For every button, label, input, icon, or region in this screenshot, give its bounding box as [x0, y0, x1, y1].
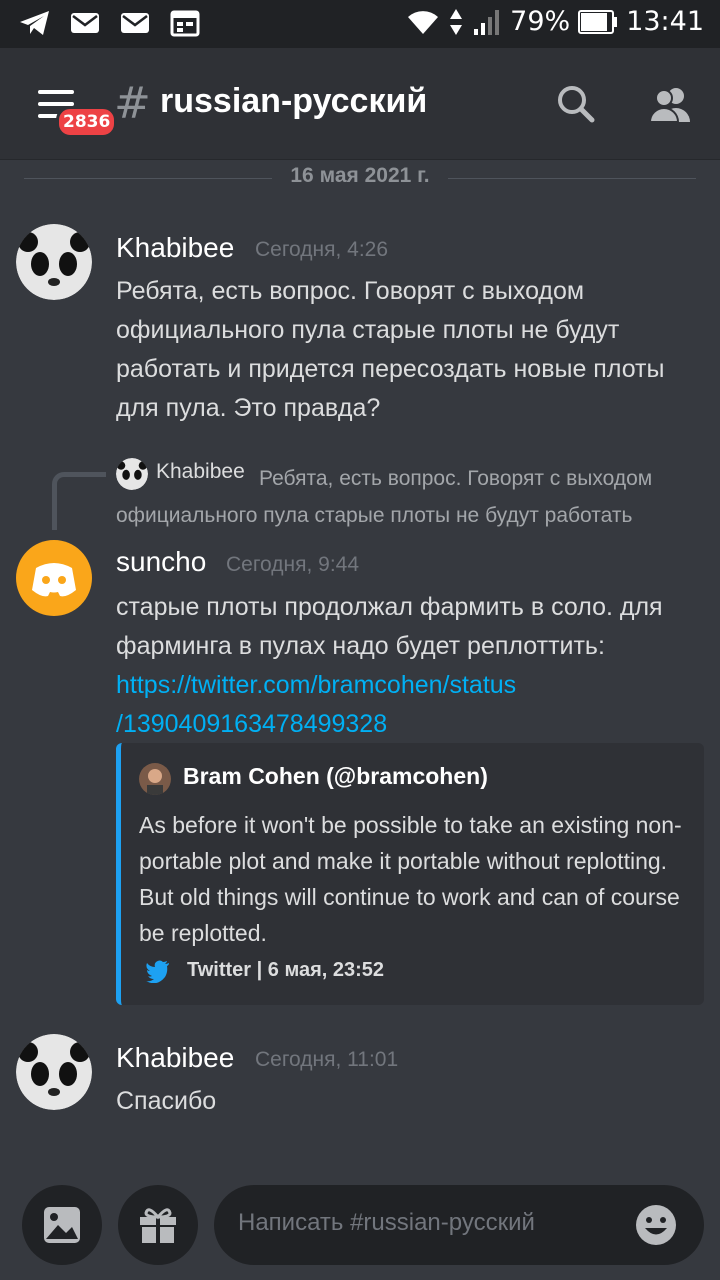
emoji-icon[interactable] [634, 1203, 678, 1247]
message-timestamp: Сегодня, 9:44 [226, 553, 360, 576]
clock: 13:41 [626, 6, 704, 37]
mail-icon [71, 13, 99, 33]
wifi-icon [408, 10, 439, 34]
battery-percent: 79% [510, 6, 571, 37]
message-body: старые плоты продолжал фармить в соло. д… [116, 593, 663, 660]
tweet-embed[interactable]: Bram Cohen (@bramcohen) As before it won… [116, 743, 704, 1005]
tweet-link-part: https://twitter.com/bramcohen/status [116, 671, 517, 699]
status-bar: 79% 13:41 [0, 0, 720, 48]
panda-avatar-icon [16, 224, 92, 300]
hamburger-icon [38, 90, 74, 94]
mail-icon [121, 13, 149, 33]
embed-author[interactable]: Bram Cohen (@bramcohen) [183, 763, 488, 790]
message-author[interactable]: Khabibee [116, 1042, 234, 1074]
message-input[interactable]: Написать #russian-русский [214, 1185, 704, 1265]
calendar-icon [170, 10, 200, 37]
signal-icon [474, 9, 500, 35]
tweet-link-part: /1390409163478499328 [116, 710, 388, 738]
message-text: старые плоты продолжал фармить в соло. д… [116, 588, 706, 744]
avatar[interactable] [16, 224, 92, 300]
attach-image-button[interactable] [22, 1185, 102, 1265]
channel-header: 2836 # russian-русский [0, 48, 720, 160]
unread-badge: 2836 [56, 106, 118, 138]
person-avatar-icon [139, 763, 171, 795]
message-text: Ребята, есть вопрос. Говорят с выходом о… [116, 277, 665, 422]
data-arrows-icon [450, 8, 463, 35]
discord-avatar-icon [32, 563, 76, 597]
embed-author-avatar [139, 763, 171, 795]
reply-connector [52, 472, 106, 530]
telegram-icon [20, 11, 49, 35]
reply-author[interactable]: Khabibee [156, 460, 245, 484]
channel-hash-icon: # [114, 78, 151, 129]
avatar[interactable] [16, 1034, 92, 1110]
members-icon[interactable] [648, 82, 692, 126]
channel-title: russian-русский [160, 82, 428, 120]
image-icon [44, 1207, 80, 1243]
date-divider-label: 16 мая 2021 г. [272, 164, 448, 188]
message-author[interactable]: Khabibee [116, 232, 234, 264]
message-author[interactable]: suncho [116, 546, 206, 578]
message-timestamp: Сегодня, 11:01 [255, 1048, 399, 1071]
avatar[interactable] [16, 540, 92, 616]
embed-footer: Twitter | 6 мая, 23:52 [187, 959, 385, 981]
gift-button[interactable] [118, 1185, 198, 1265]
search-icon[interactable] [554, 82, 598, 126]
battery-icon [578, 9, 618, 34]
gift-icon [140, 1208, 176, 1243]
panda-avatar-icon [16, 1034, 92, 1110]
tweet-link[interactable]: https://twitter.com/bramcohen/status/139… [116, 671, 516, 738]
message-timestamp: Сегодня, 4:26 [255, 238, 389, 261]
message-text: Спасибо [116, 1087, 217, 1115]
message-input-placeholder: Написать #russian-русский [238, 1209, 535, 1236]
twitter-icon [146, 960, 169, 983]
embed-description: As before it won't be possible to take a… [139, 812, 682, 946]
